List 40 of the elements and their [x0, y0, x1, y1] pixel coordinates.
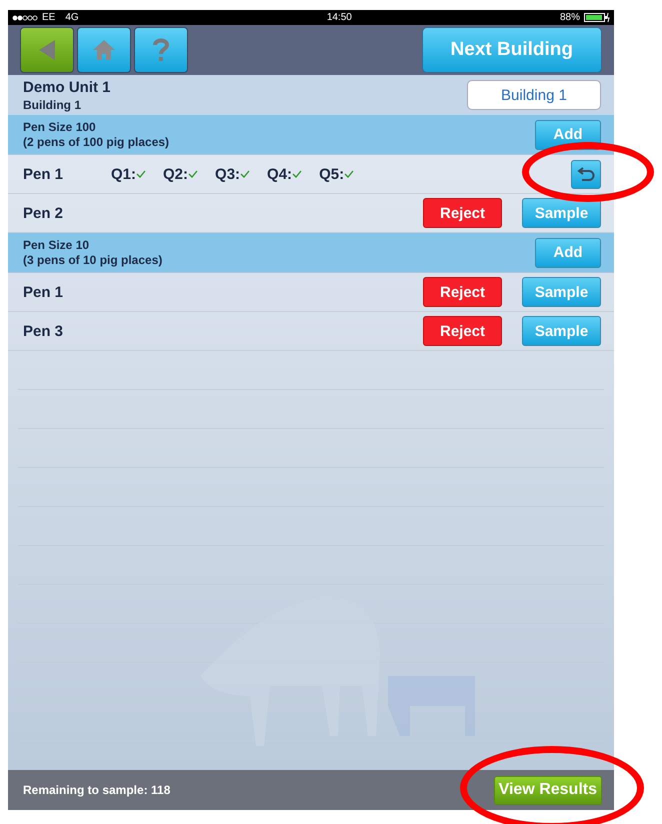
back-button[interactable] [20, 27, 74, 73]
battery-label: 88% [560, 12, 580, 23]
battery-icon [584, 13, 610, 22]
home-icon [91, 38, 117, 62]
triangle-left-icon [37, 39, 57, 61]
signal-dots-icon [12, 14, 38, 20]
pen-size-title: Pen Size 100 [23, 120, 97, 134]
building-subtitle: Building 1 [23, 98, 82, 112]
pen-name: Pen 1 [23, 284, 64, 300]
question-label: Q3: [215, 166, 240, 182]
sample-button[interactable]: Sample [522, 198, 601, 228]
network-label: 4G [65, 12, 79, 23]
next-building-button[interactable]: Next Building [422, 27, 602, 73]
pen-name: Pen 2 [23, 204, 64, 222]
sample-button[interactable]: Sample [522, 316, 601, 346]
help-button[interactable] [134, 27, 188, 73]
remaining-count: Remaining to sample: 118 [23, 783, 170, 797]
question-label: Q2: [163, 166, 188, 182]
view-results-button[interactable]: View Results [494, 776, 602, 804]
carrier-label: EE [42, 12, 56, 23]
reject-button[interactable]: Reject [423, 277, 502, 307]
pen-name: Pen 1 [23, 166, 64, 182]
question-mark-icon [152, 37, 170, 63]
home-button[interactable] [77, 27, 131, 73]
add-button[interactable]: Add [535, 238, 601, 268]
pen-size-title: Pen Size 10 [23, 238, 90, 252]
pen-size-subtitle: (2 pens of 100 pig places) [23, 134, 170, 150]
unit-title: Demo Unit 1 [23, 78, 111, 96]
reject-button[interactable]: Reject [423, 316, 502, 346]
undo-button[interactable] [571, 160, 601, 188]
question-label: Q1: [111, 166, 136, 182]
pen-name: Pen 3 [23, 322, 64, 340]
pen-size-subtitle: (3 pens of 10 pig places) [23, 252, 162, 268]
undo-arrow-icon [577, 167, 595, 181]
question-label: Q4: [267, 166, 292, 182]
building-button[interactable]: Building 1 [467, 80, 601, 110]
time-label: 14:50 [326, 12, 352, 23]
reject-button[interactable]: Reject [423, 198, 502, 228]
sample-button[interactable]: Sample [522, 277, 601, 307]
question-label: Q5: [319, 166, 344, 182]
